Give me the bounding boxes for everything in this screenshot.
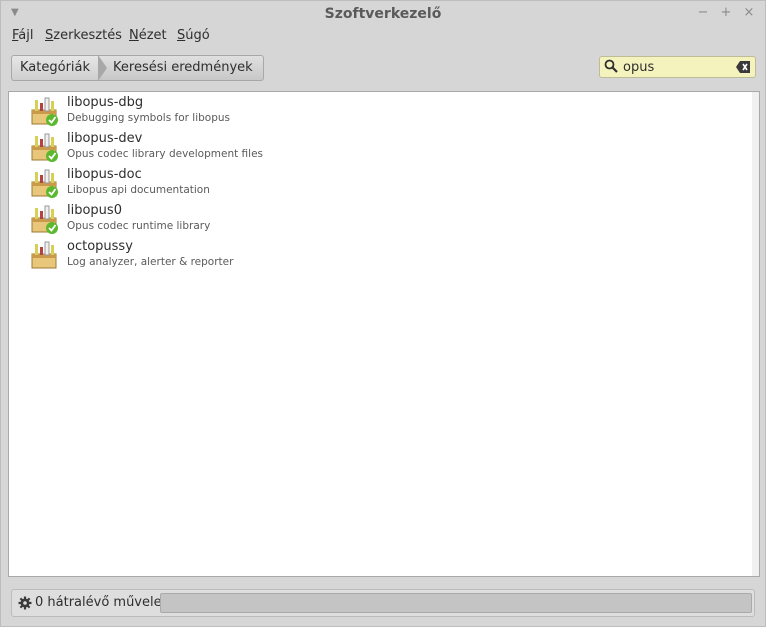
app-window: ▼ Szoftverkezelő − + × Fájl Szerkesztés … [0,0,766,627]
maximize-icon[interactable]: + [718,5,734,21]
package-name: octopussy [67,239,133,254]
package-name: libopus-dev [67,131,143,146]
package-description: Debugging symbols for libopus [67,112,230,124]
pending-operations-text: 0 hátralévő művelet [35,595,167,610]
package-row[interactable]: libopus-dev Opus codec library developme… [29,128,729,164]
package-description: Opus codec runtime library [67,220,211,232]
installed-check-icon [46,150,58,162]
package-row[interactable]: libopus-doc Libopus api documentation [29,164,729,200]
menu-file[interactable]: Fájl [12,28,34,43]
package-row[interactable]: libopus0 Opus codec runtime library [29,200,729,236]
package-description: Libopus api documentation [67,184,210,196]
package-icon [31,205,58,234]
clear-search-icon[interactable] [735,60,751,74]
breadcrumb: Kategóriák Keresési eredmények [11,55,264,81]
progress-bar [160,593,752,613]
search-icon [604,59,618,73]
search-input[interactable] [623,60,733,75]
breadcrumb-search-results[interactable]: Keresési eredmények [98,55,264,81]
package-description: Opus codec library development files [67,148,264,160]
gear-icon [18,596,32,610]
installed-check-icon [46,186,58,198]
package-row[interactable]: libopus-dbg Debugging symbols for libopu… [29,92,729,128]
menubar: Fájl Szerkesztés Nézet Súgó [1,28,765,48]
search-box[interactable] [599,56,756,78]
breadcrumb-separator [98,55,108,81]
status-bar: 0 hátralévő művelet [11,589,755,617]
close-icon[interactable]: × [741,5,757,21]
package-name: libopus0 [67,203,122,218]
menu-view[interactable]: Nézet [129,28,167,43]
menu-edit[interactable]: Szerkesztés [45,28,122,43]
package-list: libopus-dbg Debugging symbols for libopu… [8,91,760,577]
package-row[interactable]: octopussy Log analyzer, alerter & report… [29,236,729,272]
package-icon [31,169,58,198]
package-icon [31,133,58,162]
titlebar: ▼ Szoftverkezelő − + × [1,1,765,27]
breadcrumb-categories[interactable]: Kategóriák [11,55,99,81]
minimize-icon[interactable]: − [695,5,711,21]
package-description: Log analyzer, alerter & reporter [67,256,234,268]
package-icon [31,97,58,126]
package-icon [31,241,57,269]
installed-check-icon [46,222,58,234]
package-name: libopus-doc [67,167,142,182]
menu-help[interactable]: Súgó [177,28,210,43]
scrollbar[interactable] [752,92,759,576]
installed-check-icon [46,114,58,126]
window-title: Szoftverkezelő [324,6,442,22]
package-name: libopus-dbg [67,95,144,110]
